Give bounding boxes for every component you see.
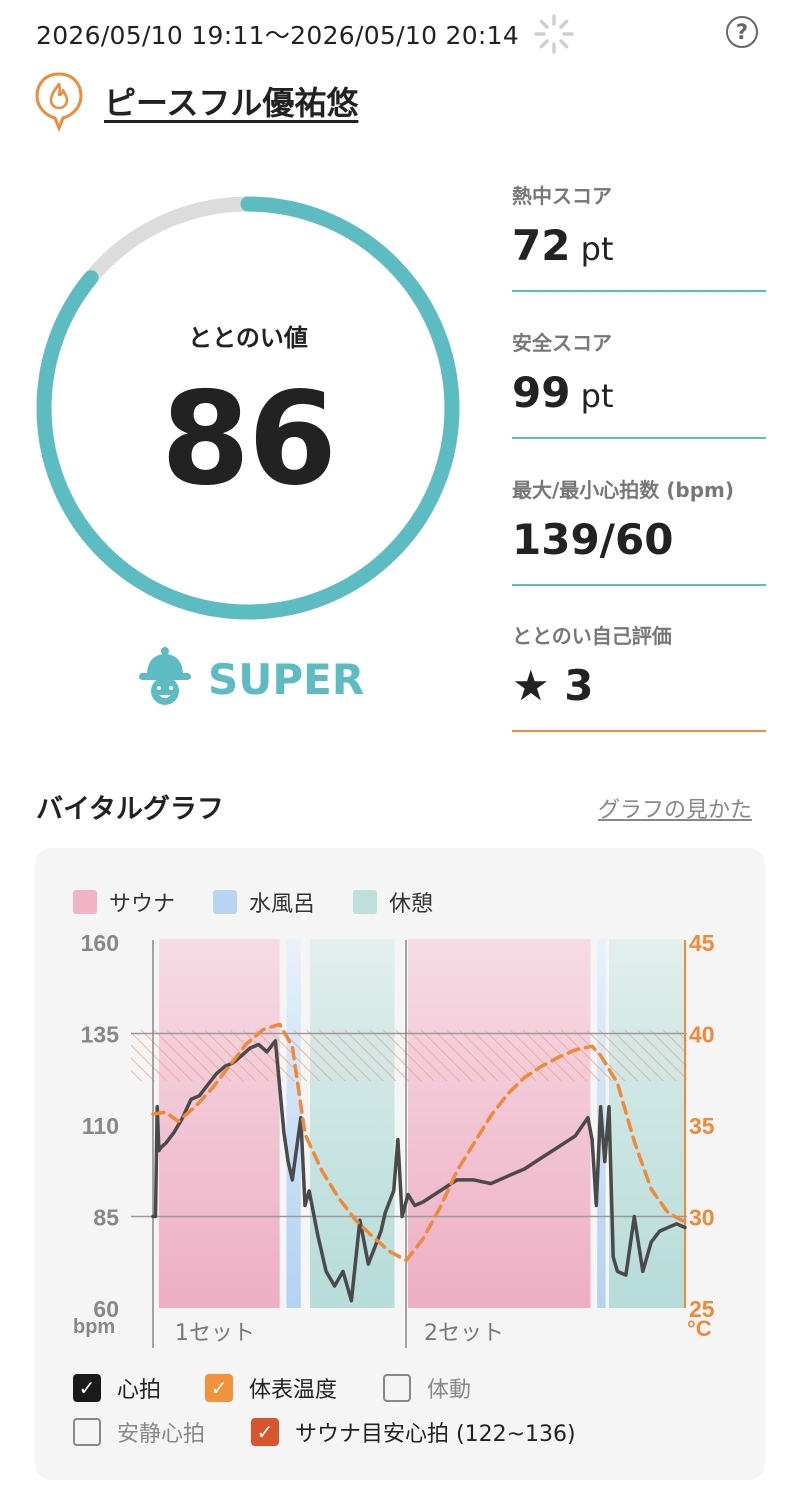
heat-score: 熱中スコア 72 pt (512, 180, 766, 292)
heart-rate-range-label: 最大/最小心拍数 (bpm) (512, 478, 735, 502)
rank-character-icon (139, 647, 191, 705)
self-rating-value: ★ 3 (512, 661, 594, 710)
sauna-target-hr-checkbox[interactable]: ✓ サウナ目安心拍 (122~136) (251, 1416, 576, 1448)
y-tick-label: 85 (93, 1205, 119, 1231)
vital-chart: 16013511085604540353025bpm °C1セット 2セット (73, 930, 715, 1348)
sauna-phase-band (408, 939, 591, 1308)
score-value: 86 (160, 365, 337, 514)
facility-name-link[interactable]: ピースフル優祐悠 (104, 78, 358, 124)
y2-axis-unit: °C (687, 1316, 712, 1341)
y2-tick-label: 45 (689, 930, 715, 956)
score-label: ととのい値 (188, 324, 308, 352)
self-rating[interactable]: ととのい自己評価 ★ 3 (512, 620, 766, 732)
checkbox-checked-icon: ✓ (251, 1418, 279, 1446)
set-label: 1セット (175, 1321, 255, 1346)
safety-score-label: 安全スコア (512, 331, 612, 355)
y2-tick-label: 40 (689, 1022, 715, 1048)
checkbox-unchecked-icon (383, 1374, 411, 1402)
y-axis-unit: bpm (73, 1316, 115, 1338)
sauna-target-hr-band (131, 1029, 687, 1082)
vital-graph-title: バイタルグラフ (36, 794, 224, 825)
checkbox-checked-icon: ✓ (205, 1374, 233, 1402)
date-range: 2026/05/10 19:11～2026/05/10 20:14 (36, 21, 520, 50)
divider (512, 730, 766, 732)
divider (512, 437, 766, 439)
heart-rate-checkbox[interactable]: ✓ 心拍 (73, 1372, 161, 1404)
set-label: 2セット (424, 1321, 504, 1346)
sauna-facility-icon (35, 72, 83, 132)
resting-hr-checkbox[interactable]: 安静心拍 (73, 1416, 205, 1448)
y-tick-label: 160 (81, 930, 119, 956)
help-button[interactable]: ? (726, 16, 758, 48)
heart-rate-range-value: 139/60 (512, 515, 674, 564)
self-rating-label: ととのい自己評価 (512, 624, 672, 648)
safety-score: 安全スコア 99 pt (512, 327, 766, 439)
heat-score-value: 72 pt (512, 221, 614, 270)
sauna-phase-band (158, 939, 280, 1308)
y2-tick-label: 35 (689, 1113, 715, 1139)
graph-guide-link[interactable]: グラフの見かた (598, 792, 752, 824)
skin-temp-checkbox[interactable]: ✓ 体表温度 (205, 1372, 337, 1404)
help-icon: ? (735, 20, 749, 44)
divider (512, 584, 766, 586)
heart-rate-range: 最大/最小心拍数 (bpm) 139/60 (512, 474, 766, 586)
checkbox-unchecked-icon (73, 1418, 101, 1446)
heat-score-label: 熱中スコア (512, 184, 612, 208)
body-motion-checkbox[interactable]: 体動 (383, 1372, 471, 1404)
y2-tick-label: 30 (689, 1205, 715, 1231)
y-tick-label: 110 (82, 1113, 119, 1139)
checkbox-checked-icon: ✓ (73, 1374, 101, 1402)
safety-score-value: 99 pt (512, 368, 614, 417)
y-tick-label: 135 (81, 1022, 120, 1048)
vital-graph-card: サウナ 水風呂 休憩 160 135 110 85 60 45 40 35 30 25 bpm °C 1… (35, 848, 765, 1480)
rank-label: SUPER (208, 655, 365, 704)
loading-spinner-icon (534, 14, 574, 54)
divider (512, 290, 766, 292)
